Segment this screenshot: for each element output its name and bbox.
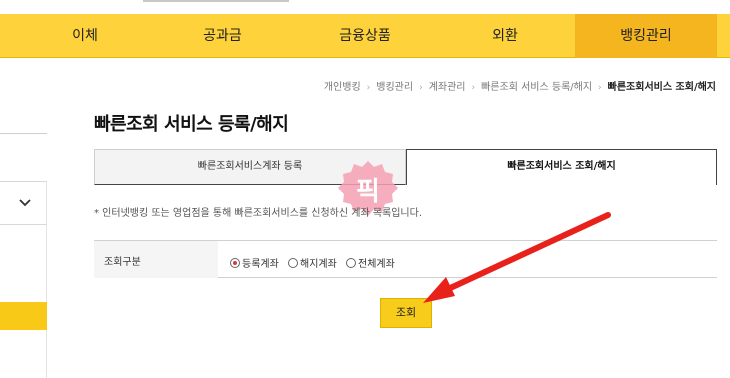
- nav-item-utility-bills[interactable]: 공과금: [150, 14, 295, 58]
- sidebar-active-item[interactable]: [0, 302, 47, 330]
- radio-label: 전체계좌: [358, 259, 395, 270]
- form-label: 조회구분: [104, 257, 141, 268]
- nav-item-foreign-exchange[interactable]: 외환: [435, 14, 575, 58]
- tab-inquiry-cancel[interactable]: 빠른조회서비스 조회/해지: [406, 149, 717, 185]
- radio-unchecked-icon[interactable]: [346, 258, 356, 268]
- sidebar-menu-toggle[interactable]: [0, 181, 47, 225]
- main-nav: 이체 공과금 금융상품 외환 뱅킹관리: [0, 14, 730, 58]
- nav-item-banking-management[interactable]: 뱅킹관리: [575, 14, 717, 58]
- tab-bar: 빠른조회서비스계좌 등록 빠른조회서비스 조회/해지: [94, 149, 717, 185]
- radio-unchecked-icon[interactable]: [288, 258, 298, 268]
- breadcrumb-separator-icon: ›: [419, 83, 423, 93]
- form-label-cell: 조회구분: [94, 241, 218, 278]
- inquiry-type-radio-group: 등록계좌 해지계좌 전체계좌: [230, 255, 401, 270]
- notice-text: * 인터넷뱅킹 또는 영업점을 통해 빠른조회서비스를 신청하신 계좌 목록입니…: [94, 208, 423, 219]
- breadcrumb-separator-icon: ›: [366, 83, 371, 93]
- nav-item-transfer[interactable]: 이체: [0, 14, 170, 58]
- nav-item-financial-products[interactable]: 금융상품: [295, 14, 435, 58]
- sidebar-divider: [0, 133, 47, 134]
- page-title: 빠른조회 서비스 등록/해지: [94, 114, 289, 135]
- radio-all-accounts[interactable]: 전체계좌: [346, 255, 395, 270]
- breadcrumb-item[interactable]: 계좌관리: [429, 78, 466, 93]
- watermark-text: 픽: [356, 177, 380, 207]
- radio-registered-accounts[interactable]: 등록계좌: [230, 255, 279, 270]
- breadcrumb: 개인뱅킹 › 뱅킹관리 › 계좌관리 › 빠른조회 서비스 등록/해지 › 빠른조회서비스 조회…: [324, 78, 716, 93]
- breadcrumb-current: 빠른조회서비스 조회/해지: [607, 82, 716, 93]
- radio-label: 해지계좌: [300, 259, 337, 270]
- radio-cancelled-accounts[interactable]: 해지계좌: [288, 255, 337, 270]
- search-button[interactable]: 조회: [380, 298, 432, 328]
- radio-label: 등록계좌: [242, 259, 279, 270]
- radio-checked-icon[interactable]: [230, 258, 240, 268]
- breadcrumb-item[interactable]: 빠른조회 서비스 등록/해지: [481, 78, 592, 93]
- breadcrumb-item[interactable]: 개인뱅킹: [324, 78, 361, 93]
- inquiry-type-row: 조회구분 등록계좌 해지계좌 전체계좌: [94, 240, 717, 278]
- breadcrumb-separator-icon: ›: [598, 83, 602, 93]
- breadcrumb-separator-icon: ›: [471, 83, 476, 93]
- chevron-down-icon: [19, 199, 31, 207]
- top-strip: [143, 0, 289, 2]
- breadcrumb-item[interactable]: 뱅킹관리: [376, 78, 413, 93]
